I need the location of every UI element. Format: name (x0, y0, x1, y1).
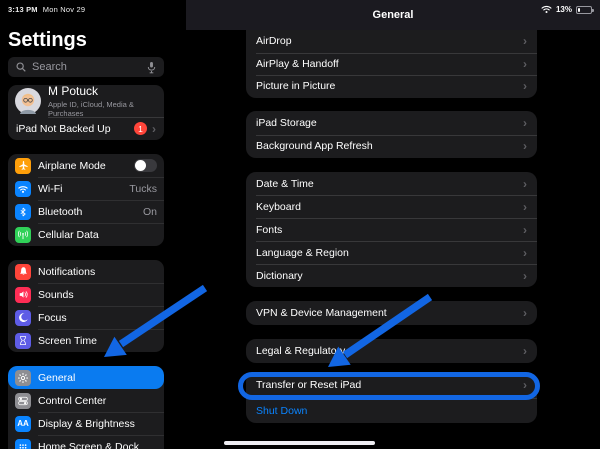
backup-label: iPad Not Backed Up (16, 122, 111, 135)
sidebar-item-notifications[interactable]: Notifications (8, 260, 164, 283)
status-bar-right: 13% (541, 5, 594, 14)
group-vpn: VPN & Device Management › (246, 301, 537, 325)
sidebar-group-notifications: Notifications Sounds Focus Screen Time (8, 260, 164, 352)
group-reset: Transfer or Reset iPad › Shut Down (246, 372, 537, 423)
sidebar-group-connectivity: Airplane Mode Wi-Fi Tucks Bluetooth On C… (8, 154, 164, 246)
status-bar-left: 3:13 PM Mon Nov 29 (8, 5, 85, 14)
pane-title: General (372, 9, 414, 21)
toggles-icon (15, 392, 31, 409)
row-dictionary[interactable]: Dictionary › (246, 264, 537, 287)
ipad-settings-screen: 3:13 PM Mon Nov 29 Settings Search M Potu… (0, 0, 600, 449)
pane-header: General 13% (186, 0, 600, 30)
chevron-right-icon: › (523, 378, 527, 392)
status-date: Mon Nov 29 (42, 5, 86, 14)
sidebar-item-screen-time[interactable]: Screen Time (8, 329, 164, 352)
homescreen-icon (15, 438, 31, 449)
chevron-right-icon: › (523, 56, 527, 71)
chevron-right-icon: › (152, 121, 156, 136)
wifi-network-value: Tucks (129, 182, 157, 195)
microphone-icon[interactable] (146, 61, 157, 74)
row-airplay-handoff[interactable]: AirPlay & Handoff › (246, 52, 537, 76)
row-transfer-or-reset-ipad[interactable]: Transfer or Reset iPad › (246, 372, 537, 398)
battery-percent: 13% (555, 5, 572, 14)
gear-icon (15, 369, 31, 386)
row-fonts[interactable]: Fonts › (246, 218, 537, 241)
apple-id-row[interactable]: M Potuck Apple ID, iCloud, Media & Purch… (8, 85, 164, 119)
profile-subtitle: Apple ID, iCloud, Media & Purchases (48, 100, 134, 119)
cellular-icon (15, 226, 31, 243)
chevron-right-icon: › (523, 268, 527, 283)
bluetooth-icon (15, 203, 31, 220)
status-time: 3:13 PM (8, 5, 38, 14)
search-icon (15, 61, 27, 73)
chevron-right-icon: › (523, 222, 527, 237)
group-locale: Date & Time › Keyboard › Fonts › Language &… (246, 172, 537, 287)
hourglass-icon (15, 332, 31, 349)
battery-icon (576, 5, 594, 14)
wifi-status-icon (541, 5, 552, 14)
chevron-right-icon: › (523, 79, 527, 94)
wifi-icon (15, 180, 31, 197)
bell-icon (15, 263, 31, 280)
profile-name: M Potuck (48, 85, 99, 98)
apple-id-card[interactable]: M Potuck Apple ID, iCloud, Media & Purch… (8, 85, 164, 140)
row-picture-in-picture[interactable]: Picture in Picture › (246, 75, 537, 98)
chevron-right-icon: › (523, 34, 527, 49)
group-airdrop: AirDrop › AirPlay & Handoff › Picture in P… (246, 30, 537, 98)
row-shut-down[interactable]: Shut Down (246, 398, 537, 423)
sidebar-item-focus[interactable]: Focus (8, 306, 164, 329)
sidebar-item-sounds[interactable]: Sounds (8, 283, 164, 306)
backup-warning-row[interactable]: iPad Not Backed Up 1 › (8, 117, 164, 140)
notification-badge: 1 (134, 122, 147, 135)
airplane-mode-toggle[interactable] (134, 159, 157, 172)
row-date-time[interactable]: Date & Time › (246, 172, 537, 195)
row-background-app-refresh[interactable]: Background App Refresh › (246, 134, 537, 159)
row-language-region[interactable]: Language & Region › (246, 241, 537, 264)
search-placeholder: Search (32, 61, 67, 73)
chevron-right-icon: › (523, 176, 527, 191)
chevron-right-icon: › (523, 115, 527, 130)
airplane-icon (15, 157, 31, 174)
row-keyboard[interactable]: Keyboard › (246, 195, 537, 218)
page-title: Settings (8, 29, 87, 51)
speaker-icon (15, 286, 31, 303)
sidebar-group-general: General Control Center AA Display & Brig… (8, 366, 164, 449)
chevron-right-icon: › (523, 139, 527, 154)
chevron-right-icon: › (523, 245, 527, 260)
row-legal-regulatory[interactable]: Legal & Regulatory › (246, 339, 537, 363)
general-pane: General 13% AirDrop › AirPlay & Handoff › … (186, 0, 600, 449)
sidebar-item-home-screen-dock[interactable]: Home Screen & Dock (8, 435, 164, 449)
row-airdrop[interactable]: AirDrop › (246, 30, 537, 53)
sidebar-item-display-brightness[interactable]: AA Display & Brightness (8, 412, 164, 435)
sidebar-item-control-center[interactable]: Control Center (8, 389, 164, 412)
chevron-right-icon: › (523, 306, 527, 320)
sidebar-item-general[interactable]: General (8, 366, 164, 389)
display-icon: AA (15, 415, 31, 432)
search-input[interactable]: Search (8, 57, 164, 77)
sidebar-item-wifi[interactable]: Wi-Fi Tucks (8, 177, 164, 200)
group-legal: Legal & Regulatory › (246, 339, 537, 363)
group-storage: iPad Storage › Background App Refresh › (246, 111, 537, 158)
chevron-right-icon: › (523, 344, 527, 358)
avatar (15, 88, 41, 114)
sidebar-item-bluetooth[interactable]: Bluetooth On (8, 200, 164, 223)
settings-sidebar: 3:13 PM Mon Nov 29 Settings Search M Potu… (0, 0, 186, 449)
bluetooth-state-value: On (142, 205, 157, 218)
home-indicator[interactable] (224, 441, 375, 445)
sidebar-item-airplane-mode[interactable]: Airplane Mode (8, 154, 164, 177)
chevron-right-icon: › (523, 199, 527, 214)
row-vpn-device-management[interactable]: VPN & Device Management › (246, 301, 537, 325)
sidebar-item-cellular-data[interactable]: Cellular Data (8, 223, 164, 246)
moon-icon (15, 309, 31, 326)
row-ipad-storage[interactable]: iPad Storage › (246, 111, 537, 135)
